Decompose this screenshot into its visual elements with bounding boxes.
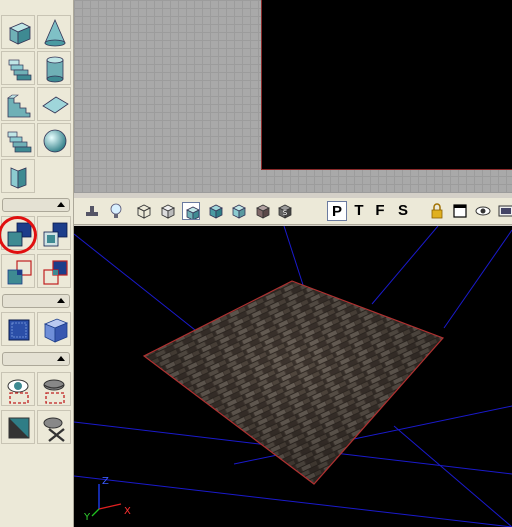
collapse-bar-visibility[interactable] (2, 352, 70, 366)
volumetric-icon (10, 167, 27, 189)
invert-selection-button[interactable] (1, 410, 35, 444)
volumetric-brush-button[interactable] (1, 159, 35, 193)
spiral-stair-icon (7, 131, 32, 153)
axis-y-label: Y (83, 512, 91, 523)
top-view-button[interactable]: T (350, 201, 368, 221)
show-all-button[interactable] (37, 410, 71, 444)
cone-brush-button[interactable] (37, 15, 71, 49)
front-view-button[interactable]: F (371, 201, 389, 221)
axis-x-label: X (124, 506, 131, 517)
csg-intersect-button[interactable] (1, 254, 35, 288)
csg-add-icon (7, 222, 32, 247)
csg-intersect-icon (7, 260, 32, 285)
actor-move-icon[interactable] (83, 202, 101, 220)
viewport-options-icon[interactable] (497, 202, 512, 220)
lighting-only-mode-icon[interactable] (230, 202, 248, 220)
collapse-arrow-icon (57, 202, 65, 207)
side-view-button[interactable]: S (394, 201, 412, 221)
axis-z-label: Z (102, 476, 109, 487)
textured-mode-icon[interactable] (182, 202, 200, 220)
csg-subtract-icon (43, 222, 68, 247)
cylinder-icon (46, 56, 64, 83)
cylinder-brush-button[interactable] (37, 51, 71, 85)
maximize-viewport-icon[interactable] (451, 202, 469, 220)
cube-brush-button[interactable] (1, 15, 35, 49)
dynamic-light-mode-icon[interactable] (207, 202, 225, 220)
mover-brush-icon (8, 319, 30, 341)
zone-mode-icon[interactable] (159, 202, 177, 220)
eye-x-icon (43, 417, 65, 442)
add-mover-button[interactable] (1, 312, 35, 346)
hide-selected-button[interactable] (37, 372, 71, 406)
sheet-icon (42, 96, 69, 114)
light-bulb-icon[interactable] (107, 202, 125, 220)
sheet-brush-button[interactable] (37, 87, 71, 121)
top-orthographic-viewport[interactable] (74, 0, 512, 193)
eye-closed-selection-icon (43, 379, 65, 404)
axis-gizmo: Z X Y (83, 476, 131, 523)
show-selected-button[interactable] (1, 372, 35, 406)
curved-stair-brush-button[interactable] (1, 51, 35, 85)
bsp-cuts-mode-icon[interactable]: S (276, 202, 294, 220)
collapse-arrow-icon (57, 298, 65, 303)
linear-stair-icon (7, 94, 31, 118)
sphere-brush-button[interactable] (37, 123, 71, 157)
realtime-preview-eye-icon[interactable] (474, 202, 492, 220)
eye-selection-icon (7, 379, 29, 404)
brush-outline-top-view (261, 0, 512, 170)
collapse-bar-selection[interactable] (2, 294, 70, 308)
cube-icon (9, 22, 31, 45)
curved-stair-icon (8, 59, 32, 81)
add-volume-button[interactable] (37, 312, 71, 346)
lock-icon[interactable] (428, 202, 446, 220)
invert-selection-icon (8, 417, 30, 439)
perspective-scene: Z X Y (74, 226, 512, 527)
viewport-toolbar: S P T F S (74, 198, 512, 225)
csg-add-button[interactable] (1, 216, 35, 250)
linear-stair-brush-button[interactable] (1, 87, 35, 121)
csg-deintersect-icon (43, 260, 68, 285)
perspective-view-button[interactable]: P (327, 201, 347, 221)
collapse-arrow-icon (57, 356, 65, 361)
svg-text:S: S (283, 209, 288, 217)
csg-subtract-button[interactable] (37, 216, 71, 250)
left-toolbar (0, 0, 74, 527)
volume-cube-icon (43, 318, 69, 343)
spiral-stair-brush-button[interactable] (1, 123, 35, 157)
cone-icon (44, 18, 66, 47)
csg-deintersect-button[interactable] (37, 254, 71, 288)
wireframe-mode-icon[interactable] (135, 202, 153, 220)
texture-usage-mode-icon[interactable] (254, 202, 272, 220)
perspective-3d-viewport[interactable]: Z X Y (74, 226, 512, 527)
sphere-icon (43, 129, 67, 153)
collapse-bar-csg[interactable] (2, 198, 70, 212)
